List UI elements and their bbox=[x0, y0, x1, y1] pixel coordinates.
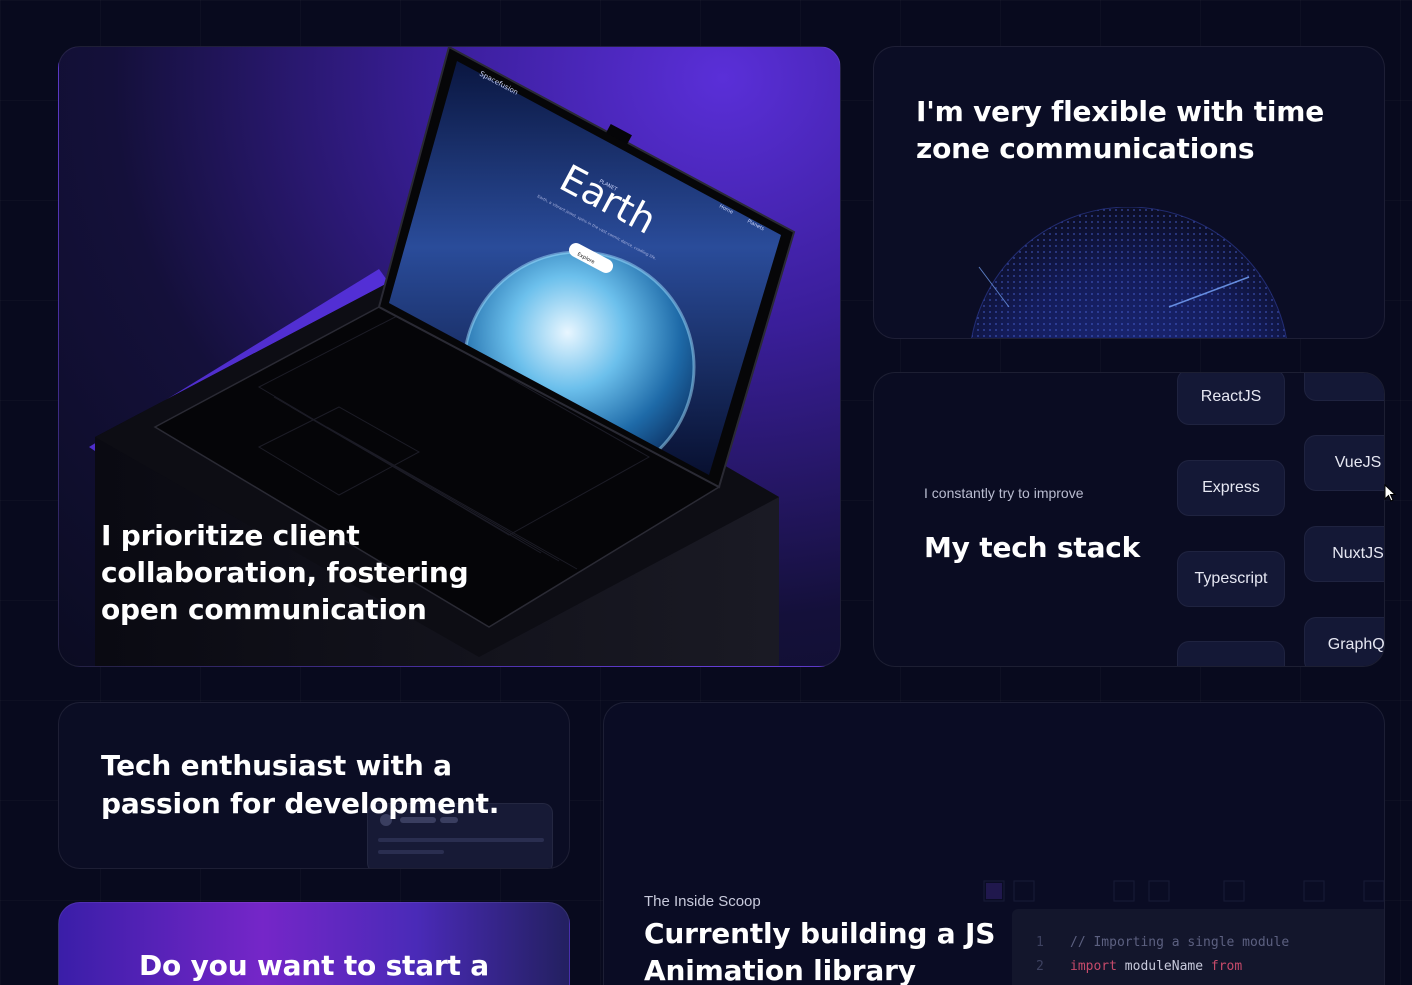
code-comment: // Importing a single module bbox=[1070, 935, 1290, 950]
start-project-card[interactable]: Do you want to start a bbox=[58, 902, 570, 985]
tech-pill-reactjs: ReactJS bbox=[1177, 373, 1285, 425]
tech-pill-placeholder bbox=[1304, 373, 1384, 401]
code-keyword-import: import bbox=[1070, 959, 1117, 974]
globe-graphic bbox=[971, 207, 1287, 338]
tech-stack-card: I constantly try to improve My tech stac… bbox=[873, 372, 1385, 667]
collaboration-card: Spacefusion PLANET Earth Home Planets Ea… bbox=[58, 46, 841, 667]
library-eyebrow: The Inside Scoop bbox=[644, 893, 761, 910]
library-heading: Currently building a JS Animation librar… bbox=[644, 917, 996, 985]
tech-stack-heading: My tech stack bbox=[924, 531, 1141, 564]
tech-pill-vuejs: VueJS bbox=[1304, 435, 1384, 491]
tech-pill-nuxtjs: NuxtJS bbox=[1304, 526, 1384, 582]
code-line-number: 2 bbox=[1036, 959, 1044, 974]
mouse-cursor-icon bbox=[1384, 484, 1396, 502]
tech-pill-express: Express bbox=[1177, 460, 1285, 516]
tech-stack-intro: I constantly try to improve bbox=[924, 485, 1084, 501]
collaboration-heading: I prioritize client collaboration, foste… bbox=[101, 519, 469, 626]
code-keyword-from: from bbox=[1210, 959, 1243, 974]
timezone-heading: I'm very flexible with time zone communi… bbox=[916, 95, 1325, 165]
tech-pill-typescript: Typescript bbox=[1177, 551, 1285, 607]
code-snippet: 1 // Importing a single module 2 import mo… bbox=[1012, 909, 1384, 985]
tech-pill-graphql: GraphQl bbox=[1304, 617, 1384, 666]
start-project-heading: Do you want to start a bbox=[139, 949, 489, 982]
code-identifier: moduleName bbox=[1124, 959, 1204, 974]
tech-pill-placeholder bbox=[1177, 641, 1285, 666]
enthusiast-card: Tech enthusiast with a passion for devel… bbox=[58, 702, 570, 869]
enthusiast-heading: Tech enthusiast with a passion for devel… bbox=[101, 749, 500, 820]
code-line-number: 1 bbox=[1036, 935, 1044, 950]
animation-library-card: The Inside Scoop Currently building a JS… bbox=[603, 702, 1385, 985]
timezone-card: I'm very flexible with time zone communi… bbox=[873, 46, 1385, 339]
